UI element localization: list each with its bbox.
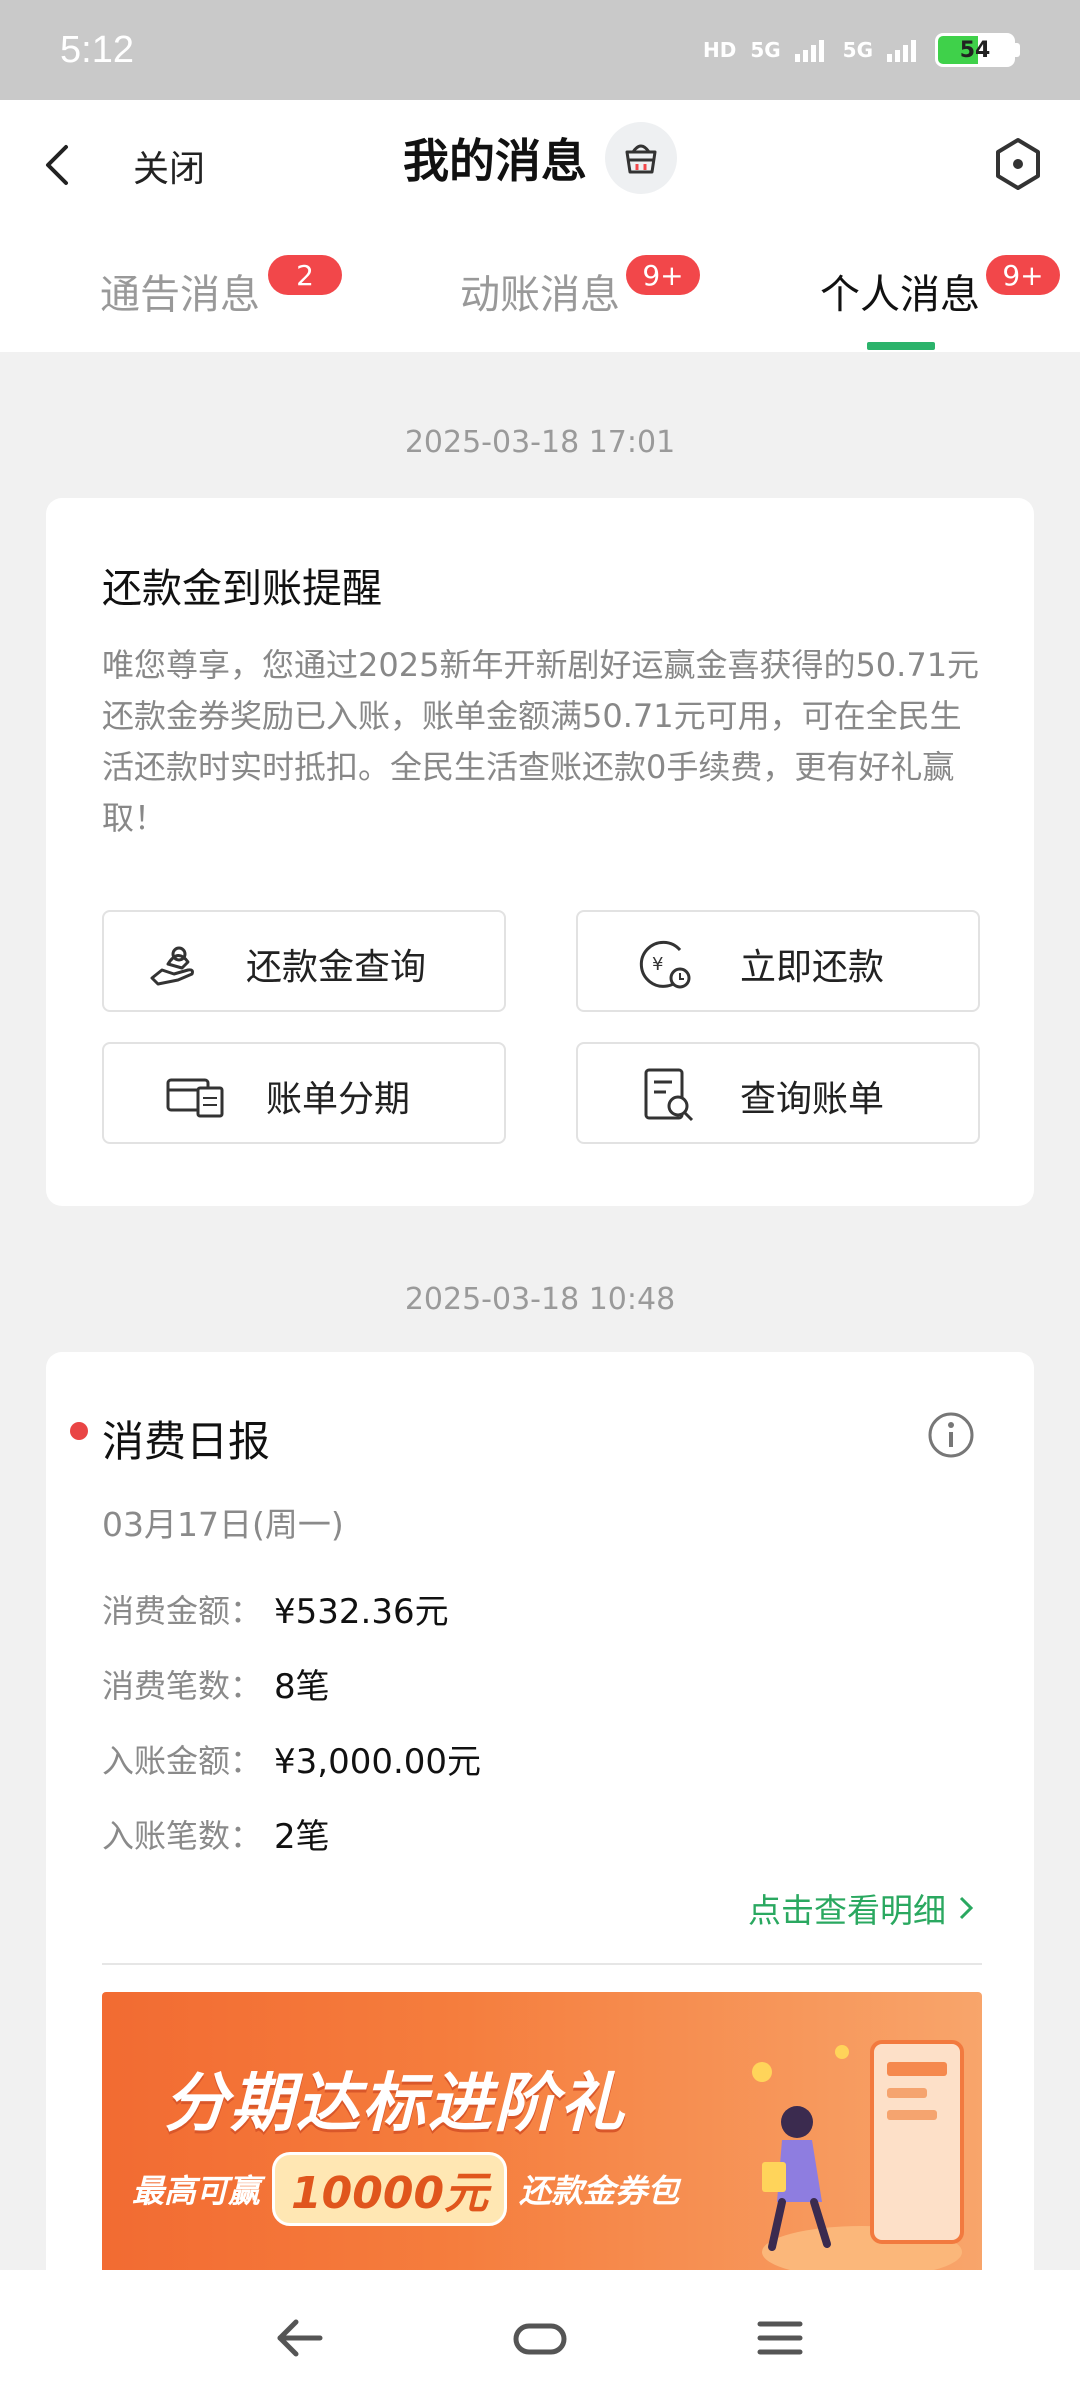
chevron-right-icon bbox=[959, 1896, 974, 1920]
status-bar: 5:12 HD 5G 5G 54 bbox=[0, 0, 1080, 100]
unread-dot bbox=[70, 1422, 88, 1440]
page-title: 我的消息 bbox=[403, 134, 587, 188]
message-card-repayment: 还款金到账提醒 唯您尊享，您通过2025新年开新剧好运赢金喜获得的50.71元还… bbox=[46, 498, 1034, 1206]
signal-bars-icon bbox=[794, 40, 824, 62]
view-details-label: 点击查看明细 bbox=[748, 1891, 946, 1930]
message-body: 唯您尊享，您通过2025新年开新剧好运赢金喜获得的50.71元还款金券奖励已入账… bbox=[102, 646, 980, 837]
repayment-credit-query-button[interactable]: 还款金查询 bbox=[102, 910, 506, 1012]
row-value-income-amount: ¥3,000.00元 bbox=[274, 1742, 482, 1782]
status-icons: HD 5G 5G 54 bbox=[703, 33, 1020, 67]
tab-announcements[interactable]: 通告消息 bbox=[100, 262, 260, 320]
title-wrap: 我的消息 bbox=[0, 122, 1080, 194]
report-date: 03月17日(周一) bbox=[102, 1505, 344, 1544]
tab-badge-personal: 9+ bbox=[986, 255, 1060, 295]
tab-transactions[interactable]: 动账消息 bbox=[460, 262, 620, 320]
divider bbox=[102, 1963, 982, 1965]
nav-menu-icon[interactable] bbox=[750, 2308, 810, 2368]
signal-5g-icon: 5G bbox=[750, 38, 781, 62]
system-nav-bar bbox=[0, 2270, 1080, 2400]
row-value-spend-count: 8笔 bbox=[274, 1667, 330, 1707]
repay-now-button[interactable]: ¥ 立即还款 bbox=[576, 910, 980, 1012]
action-label: 立即还款 bbox=[740, 947, 885, 988]
svg-text:¥: ¥ bbox=[652, 954, 663, 975]
banner-sub-prefix: 最高可赢 bbox=[132, 2172, 261, 2210]
hd-icon: HD bbox=[702, 38, 737, 62]
info-icon[interactable] bbox=[926, 1410, 976, 1460]
battery-percent: 54 bbox=[959, 37, 991, 63]
banner-subtitle: 最高可赢 10000元 还款金券包 bbox=[132, 2152, 679, 2226]
banner-title: 分期达标进阶礼 bbox=[164, 2067, 626, 2141]
status-time: 5:12 bbox=[60, 28, 134, 71]
row-label-spend-amount: 消费金额： bbox=[102, 1592, 263, 1630]
banner-sub-suffix: 还款金券包 bbox=[519, 2172, 680, 2210]
nav-back-icon[interactable] bbox=[270, 2308, 330, 2368]
nav-home-icon[interactable] bbox=[510, 2308, 570, 2368]
active-tab-indicator bbox=[867, 342, 935, 350]
tab-badge-announcements: 2 bbox=[268, 255, 342, 295]
signal-5g-icon-2: 5G bbox=[842, 38, 873, 62]
row-label-income-amount: 入账金额： bbox=[102, 1742, 263, 1780]
header: 关闭 我的消息 bbox=[0, 100, 1080, 230]
promo-banner[interactable]: 分期达标进阶礼 最高可赢 10000元 还款金券包 bbox=[102, 1992, 982, 2292]
message-timestamp: 2025-03-18 17:01 bbox=[404, 425, 676, 460]
tab-personal[interactable]: 个人消息 bbox=[820, 262, 980, 320]
row-value-income-count: 2笔 bbox=[274, 1817, 330, 1857]
banner-amount: 10000元 bbox=[272, 2152, 508, 2226]
row-label-income-count: 入账笔数： bbox=[102, 1817, 263, 1855]
bill-installment-button[interactable]: 账单分期 bbox=[102, 1042, 506, 1144]
action-label: 账单分期 bbox=[266, 1079, 411, 1120]
tab-badge-transactions: 9+ bbox=[626, 255, 700, 295]
hand-coin-icon bbox=[150, 946, 194, 986]
basket-icon[interactable] bbox=[605, 122, 677, 194]
query-bill-button[interactable]: 查询账单 bbox=[576, 1042, 980, 1144]
battery-icon: 54 bbox=[935, 33, 1020, 67]
view-details-link[interactable]: 点击查看明细 bbox=[748, 1884, 976, 1932]
signal-bars-icon-2 bbox=[887, 40, 916, 62]
bill-search-icon bbox=[644, 1068, 694, 1122]
action-label: 还款金查询 bbox=[246, 947, 427, 988]
card-installment-icon bbox=[166, 1078, 224, 1118]
message-title-2: 消费日报 bbox=[102, 1417, 271, 1466]
settings-icon[interactable] bbox=[986, 132, 1050, 196]
repay-clock-icon: ¥ bbox=[639, 940, 691, 989]
promo-illustration bbox=[752, 2040, 964, 2278]
action-label: 查询账单 bbox=[740, 1079, 885, 1120]
message-timestamp-2: 2025-03-18 10:48 bbox=[404, 1282, 676, 1317]
row-value-spend-amount: ¥532.36元 bbox=[274, 1592, 449, 1632]
message-card-daily-report: 消费日报 03月17日(周一) 消费金额： ¥532.36元 消费笔数： 8笔 … bbox=[46, 1352, 1034, 2292]
row-label-spend-count: 消费笔数： bbox=[102, 1667, 263, 1705]
message-title: 还款金到账提醒 bbox=[102, 566, 382, 612]
